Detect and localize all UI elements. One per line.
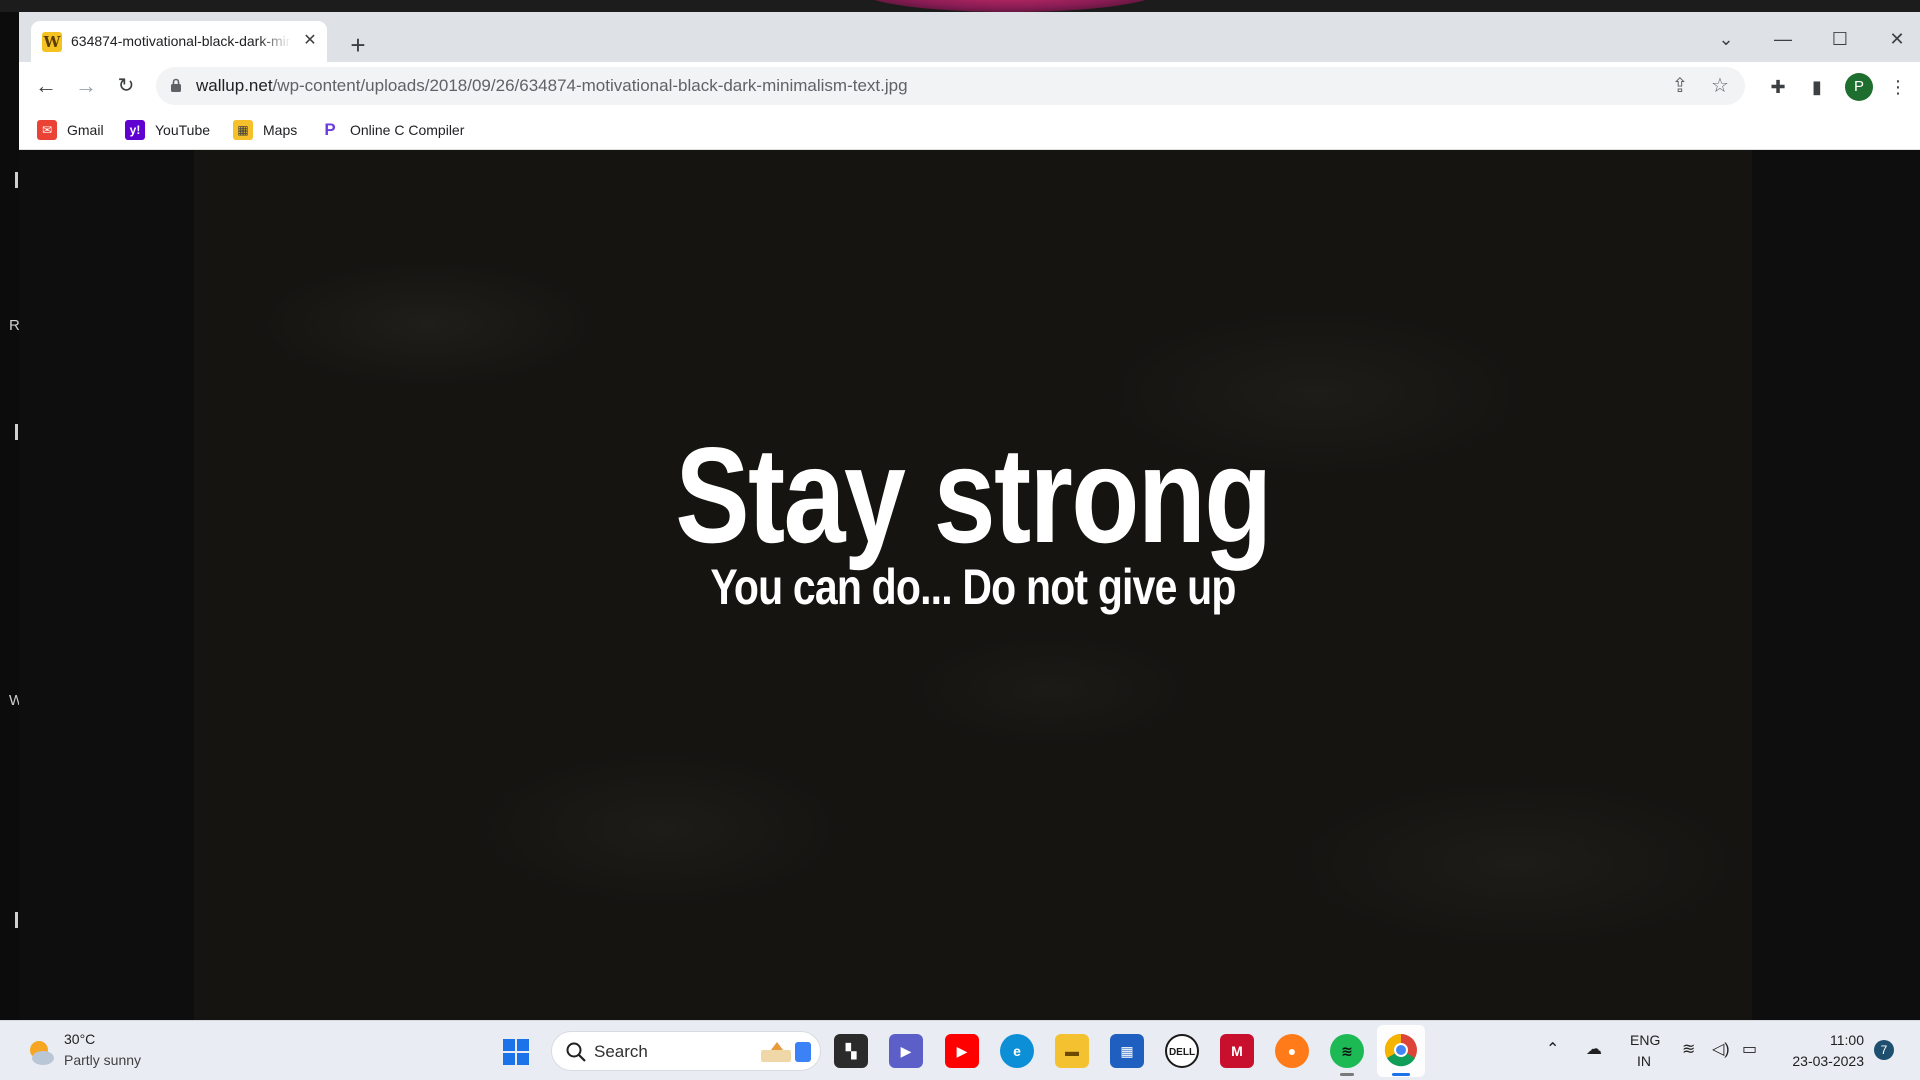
youtube-icon[interactable]: ▶: [945, 1034, 979, 1068]
bookmark-label: Online C Compiler: [350, 122, 465, 138]
windows-logo-tile: [517, 1053, 529, 1065]
windows-logo-tile: [517, 1039, 529, 1051]
battery-icon[interactable]: ▭: [1742, 1039, 1757, 1059]
more-menu-icon[interactable]: ⋮: [1885, 74, 1911, 100]
chrome-taskbar-button[interactable]: [1377, 1025, 1425, 1077]
partly-sunny-icon[interactable]: [26, 1037, 56, 1067]
browser-window: W 634874-motivational-black-dark-minimal…: [19, 12, 1920, 1020]
task-view-icon[interactable]: ▚: [834, 1034, 868, 1068]
windows-logo-tile: [503, 1053, 515, 1065]
side-panel-icon[interactable]: ▮: [1804, 74, 1830, 100]
compiler-icon: P: [324, 120, 336, 139]
image-subline: You can do... Do not give up: [710, 559, 1236, 615]
wallup-favicon-icon: W: [42, 32, 62, 52]
close-icon[interactable]: ✕: [299, 30, 321, 52]
onedrive-cloud-icon[interactable]: ☁: [1586, 1039, 1602, 1059]
desktop-item-edge[interactable]: [15, 912, 18, 928]
bookmark-youtube[interactable]: y! YouTube: [125, 120, 210, 140]
windows-logo-tile: [503, 1039, 515, 1051]
mcafee-icon[interactable]: M: [1220, 1034, 1254, 1068]
teams-icon[interactable]: ▶: [889, 1034, 923, 1068]
running-indicator: [1340, 1073, 1354, 1076]
bookmarks-bar: ✉ Gmail y! YouTube ▦ Maps P Online C Com…: [19, 110, 1920, 150]
back-button[interactable]: ←: [32, 72, 60, 100]
wifi-icon[interactable]: ≋: [1682, 1039, 1695, 1059]
notification-badge[interactable]: 7: [1874, 1040, 1894, 1060]
taskbar-search[interactable]: Search: [551, 1031, 821, 1071]
clock-date[interactable]: 23-03-2023: [1782, 1053, 1864, 1069]
volume-icon[interactable]: ◁): [1712, 1039, 1730, 1059]
taskbar: 30°C Partly sunny Search ▚ ▶ ▶ e ▬ ▦ DEL…: [0, 1020, 1920, 1080]
bookmark-online-c-compiler[interactable]: P Online C Compiler: [320, 120, 464, 140]
clock-time[interactable]: 11:00: [1824, 1032, 1864, 1048]
search-icon: [566, 1042, 586, 1062]
page-viewport: Stay strong You can do... Do not give up: [19, 150, 1920, 1020]
gmail-icon: ✉: [37, 120, 57, 140]
firefox-icon[interactable]: ●: [1275, 1034, 1309, 1068]
bookmark-label: Maps: [263, 122, 298, 138]
bookmark-star-icon[interactable]: ☆: [1708, 74, 1732, 98]
address-bar[interactable]: wallup.net/wp-content/uploads/2018/09/26…: [156, 67, 1745, 105]
tab-strip: W 634874-motivational-black-dark-minimal…: [19, 12, 1920, 62]
close-window-button[interactable]: ✕: [1882, 25, 1912, 53]
reload-button[interactable]: ↻: [112, 72, 140, 100]
profile-avatar[interactable]: P: [1845, 73, 1873, 101]
desktop-item-edge[interactable]: [15, 424, 18, 440]
bookmark-gmail[interactable]: ✉ Gmail: [37, 120, 104, 140]
bookmark-maps[interactable]: ▦ Maps: [233, 120, 297, 140]
extensions-puzzle-icon[interactable]: ✚: [1765, 74, 1791, 100]
toolbar: ← → ↻ wallup.net/wp-content/uploads/2018…: [19, 62, 1920, 110]
image-headline: Stay strong: [675, 419, 1272, 571]
start-button[interactable]: [503, 1039, 529, 1065]
new-tab-button[interactable]: +: [344, 32, 372, 60]
file-explorer-icon[interactable]: ▬: [1055, 1034, 1089, 1068]
yahoo-icon: y!: [125, 120, 145, 140]
spotify-icon[interactable]: ≋: [1330, 1034, 1364, 1068]
desktop-left-strip: R W: [0, 12, 23, 1020]
url-host: wallup.net: [196, 76, 273, 95]
displayed-image: Stay strong You can do... Do not give up: [194, 150, 1752, 1020]
tab-search-chevron-icon[interactable]: ⌄: [1711, 25, 1741, 53]
weather-temperature[interactable]: 30°C: [64, 1031, 95, 1047]
language-region[interactable]: IN: [1637, 1053, 1651, 1069]
weather-description[interactable]: Partly sunny: [64, 1052, 141, 1068]
bookmark-label: YouTube: [155, 122, 211, 138]
minimize-button[interactable]: —: [1768, 25, 1798, 53]
search-highlight-icon: [761, 1042, 811, 1062]
share-icon[interactable]: ⇪: [1668, 74, 1692, 98]
dell-icon[interactable]: DELL: [1165, 1034, 1199, 1068]
edge-icon[interactable]: e: [1000, 1034, 1034, 1068]
tab-active[interactable]: W 634874-motivational-black-dark-minimal…: [31, 21, 327, 62]
maps-icon: ▦: [233, 120, 253, 140]
language-indicator[interactable]: ENG: [1630, 1032, 1660, 1048]
lock-icon: [171, 78, 181, 92]
tab-title: 634874-motivational-black-dark-minimalis…: [71, 33, 291, 49]
url-path: /wp-content/uploads/2018/09/26/634874-mo…: [272, 76, 908, 95]
desktop-item-edge[interactable]: [15, 172, 18, 188]
bookmark-label: Gmail: [67, 122, 104, 138]
microsoft-store-icon[interactable]: ▦: [1110, 1034, 1144, 1068]
url-text: wallup.net/wp-content/uploads/2018/09/26…: [196, 76, 908, 96]
forward-button[interactable]: →: [72, 72, 100, 100]
search-label: Search: [594, 1042, 648, 1061]
show-hidden-icons-chevron-icon[interactable]: ⌃: [1546, 1039, 1559, 1059]
active-indicator: [1392, 1073, 1410, 1076]
chrome-icon: [1384, 1033, 1417, 1067]
maximize-button[interactable]: ☐: [1825, 25, 1855, 53]
